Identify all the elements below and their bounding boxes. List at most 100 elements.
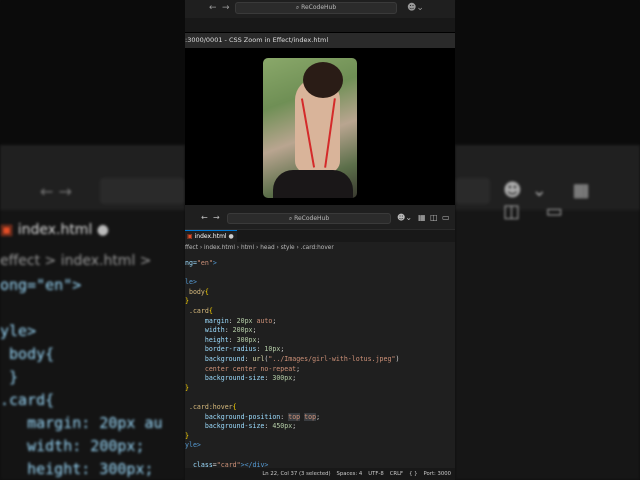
code-token: : [224,326,233,335]
code-token: top [304,412,317,421]
breadcrumb-item[interactable]: .card:hover [301,245,334,251]
code-token: auto [252,316,273,325]
forward-icon[interactable]: → [213,213,220,222]
address-text: ReCodeHub [301,4,337,11]
code-token: ; [292,374,297,383]
status-item[interactable]: CRLF [390,471,403,477]
code-token: ) [395,355,400,363]
toggle-panel-icon[interactable]: ▭ [442,213,450,222]
code-token: le> [185,278,197,287]
code-line[interactable]: ng="en"> [185,258,217,268]
code-token: ; [272,316,277,325]
copilot-icon[interactable]: ☻⌄ [407,3,424,13]
code-token: { [232,403,237,411]
status-item[interactable]: { } [409,471,417,477]
status-bar: Ln 22, Col 37 (3 selected) Spaces: 4 UTF-8… [185,468,455,480]
code-token: ng= [185,259,197,267]
code-token: : [228,335,237,344]
code-token: ; [292,422,297,431]
command-center[interactable]: ⌕ ReCodeHub [227,213,391,224]
code-token: 300px [236,335,257,344]
blurred-breadcrumb: effect > index.html > [0,253,152,269]
code-line[interactable]: background-size: 300px; [185,373,296,383]
code-line[interactable]: .card{ [185,306,213,316]
code-line[interactable]: height: 300px; [185,335,261,345]
browser-address-bar[interactable]: ⌕ ReCodeHub [235,2,397,14]
code-line[interactable]: body{ [185,287,209,297]
code-token: border-radius [185,345,257,354]
tab-label: index.html [194,233,227,240]
code-token: background-position [185,412,281,421]
blurred-code: ong="en"> yle> body{ } .card{ margin: 20… [0,276,163,478]
code-line[interactable]: width: 200px; [185,325,257,335]
video-frame: ← → ⌕ ReCodeHub ☻⌄ :3000/0001 - CSS Zoom… [185,0,455,480]
status-item[interactable]: Port: 3000 [424,471,451,477]
status-item[interactable]: Spaces: 4 [337,471,363,477]
code-token: } [185,297,189,306]
code-token: .card [185,307,209,315]
code-token: 10px [264,345,281,354]
code-area[interactable]: ng="en"> le> body{} .card{ margin: 20px a… [185,254,455,469]
status-item[interactable]: UTF-8 [368,471,383,477]
code-token: : [244,355,253,363]
code-line[interactable]: } [185,296,189,306]
blurred-background-right: ☻⌄ ▦ ◫ ▭ [455,0,640,480]
page-title: :3000/0001 - CSS Zoom in Effect/index.ht… [185,33,455,48]
unsaved-dot-icon: ● [228,233,234,240]
code-token: > [212,259,217,267]
code-token: width [185,326,225,335]
code-token: background-size [185,374,265,383]
code-token: { [204,287,209,296]
code-token: ; [296,364,301,373]
code-token: "../Images/girl-with-lotus.jpeg" [268,355,396,363]
code-token: : [228,316,237,325]
breadcrumb: ffect › index.html › html › head › style… [185,243,455,254]
browser-tab-strip [185,18,455,32]
breadcrumb-item[interactable]: html [241,245,254,251]
copilot-icon[interactable]: ☻⌄ [397,213,412,222]
code-token: } [185,431,189,440]
code-token: top [288,412,301,421]
code-token: 300px [272,374,293,383]
back-icon[interactable]: ← [201,213,208,222]
code-token: 20px [236,316,253,325]
breadcrumb-item[interactable]: ffect [185,245,198,251]
breadcrumb-item[interactable]: index.html [204,245,235,251]
code-token: background [185,355,245,363]
blurred-background-left: ← → ▣ index.html ● effect > index.html >… [0,0,185,480]
code-line[interactable]: center center no-repeat; [185,364,300,374]
code-line[interactable]: border-radius: 10px; [185,344,284,354]
code-token: yle> [185,441,201,450]
card-image[interactable] [263,58,357,198]
browser-toolbar: ← → ⌕ ReCodeHub ☻⌄ [185,0,455,18]
tab-index-html[interactable]: ▣ index.html ● [185,230,237,242]
code-line[interactable]: background: url("../Images/girl-with-lot… [185,354,400,364]
layout-icon[interactable]: ▦ [418,213,426,222]
status-item[interactable]: Ln 22, Col 37 (3 selected) [262,471,330,477]
code-line[interactable]: margin: 20px auto; [185,316,277,326]
code-token: ; [252,326,257,335]
code-line[interactable]: background-position: top top; [185,412,320,422]
code-line[interactable]: yle> [185,440,201,450]
code-line[interactable]: } [185,431,189,441]
code-editor: ← → ⌕ ReCodeHub ☻⌄ ▦ ◫ ▭ ▣ index.html ● … [185,205,455,480]
code-token: height [185,335,229,344]
code-line[interactable]: le> [185,277,197,287]
code-token: .card:hover [185,403,233,411]
code-token: ; [256,335,261,344]
code-token: 450px [272,422,293,431]
code-token: 200px [232,326,253,335]
toggle-sidebar-icon[interactable]: ◫ [430,213,438,222]
breadcrumb-item[interactable]: style [281,245,295,251]
code-token: url [252,355,265,363]
back-icon[interactable]: ← [209,3,217,13]
code-token: body [185,287,205,296]
breadcrumb-item[interactable]: head [260,245,274,251]
code-line[interactable]: } [185,383,189,393]
forward-icon[interactable]: → [222,3,230,13]
editor-title-bar: ← → ⌕ ReCodeHub ☻⌄ ▦ ◫ ▭ [185,205,455,230]
html-file-icon: ▣ [187,233,193,240]
code-line[interactable]: background-size: 450px; [185,421,296,431]
code-line[interactable]: .card:hover{ [185,402,237,412]
command-center-text: ReCodeHub [294,215,330,222]
